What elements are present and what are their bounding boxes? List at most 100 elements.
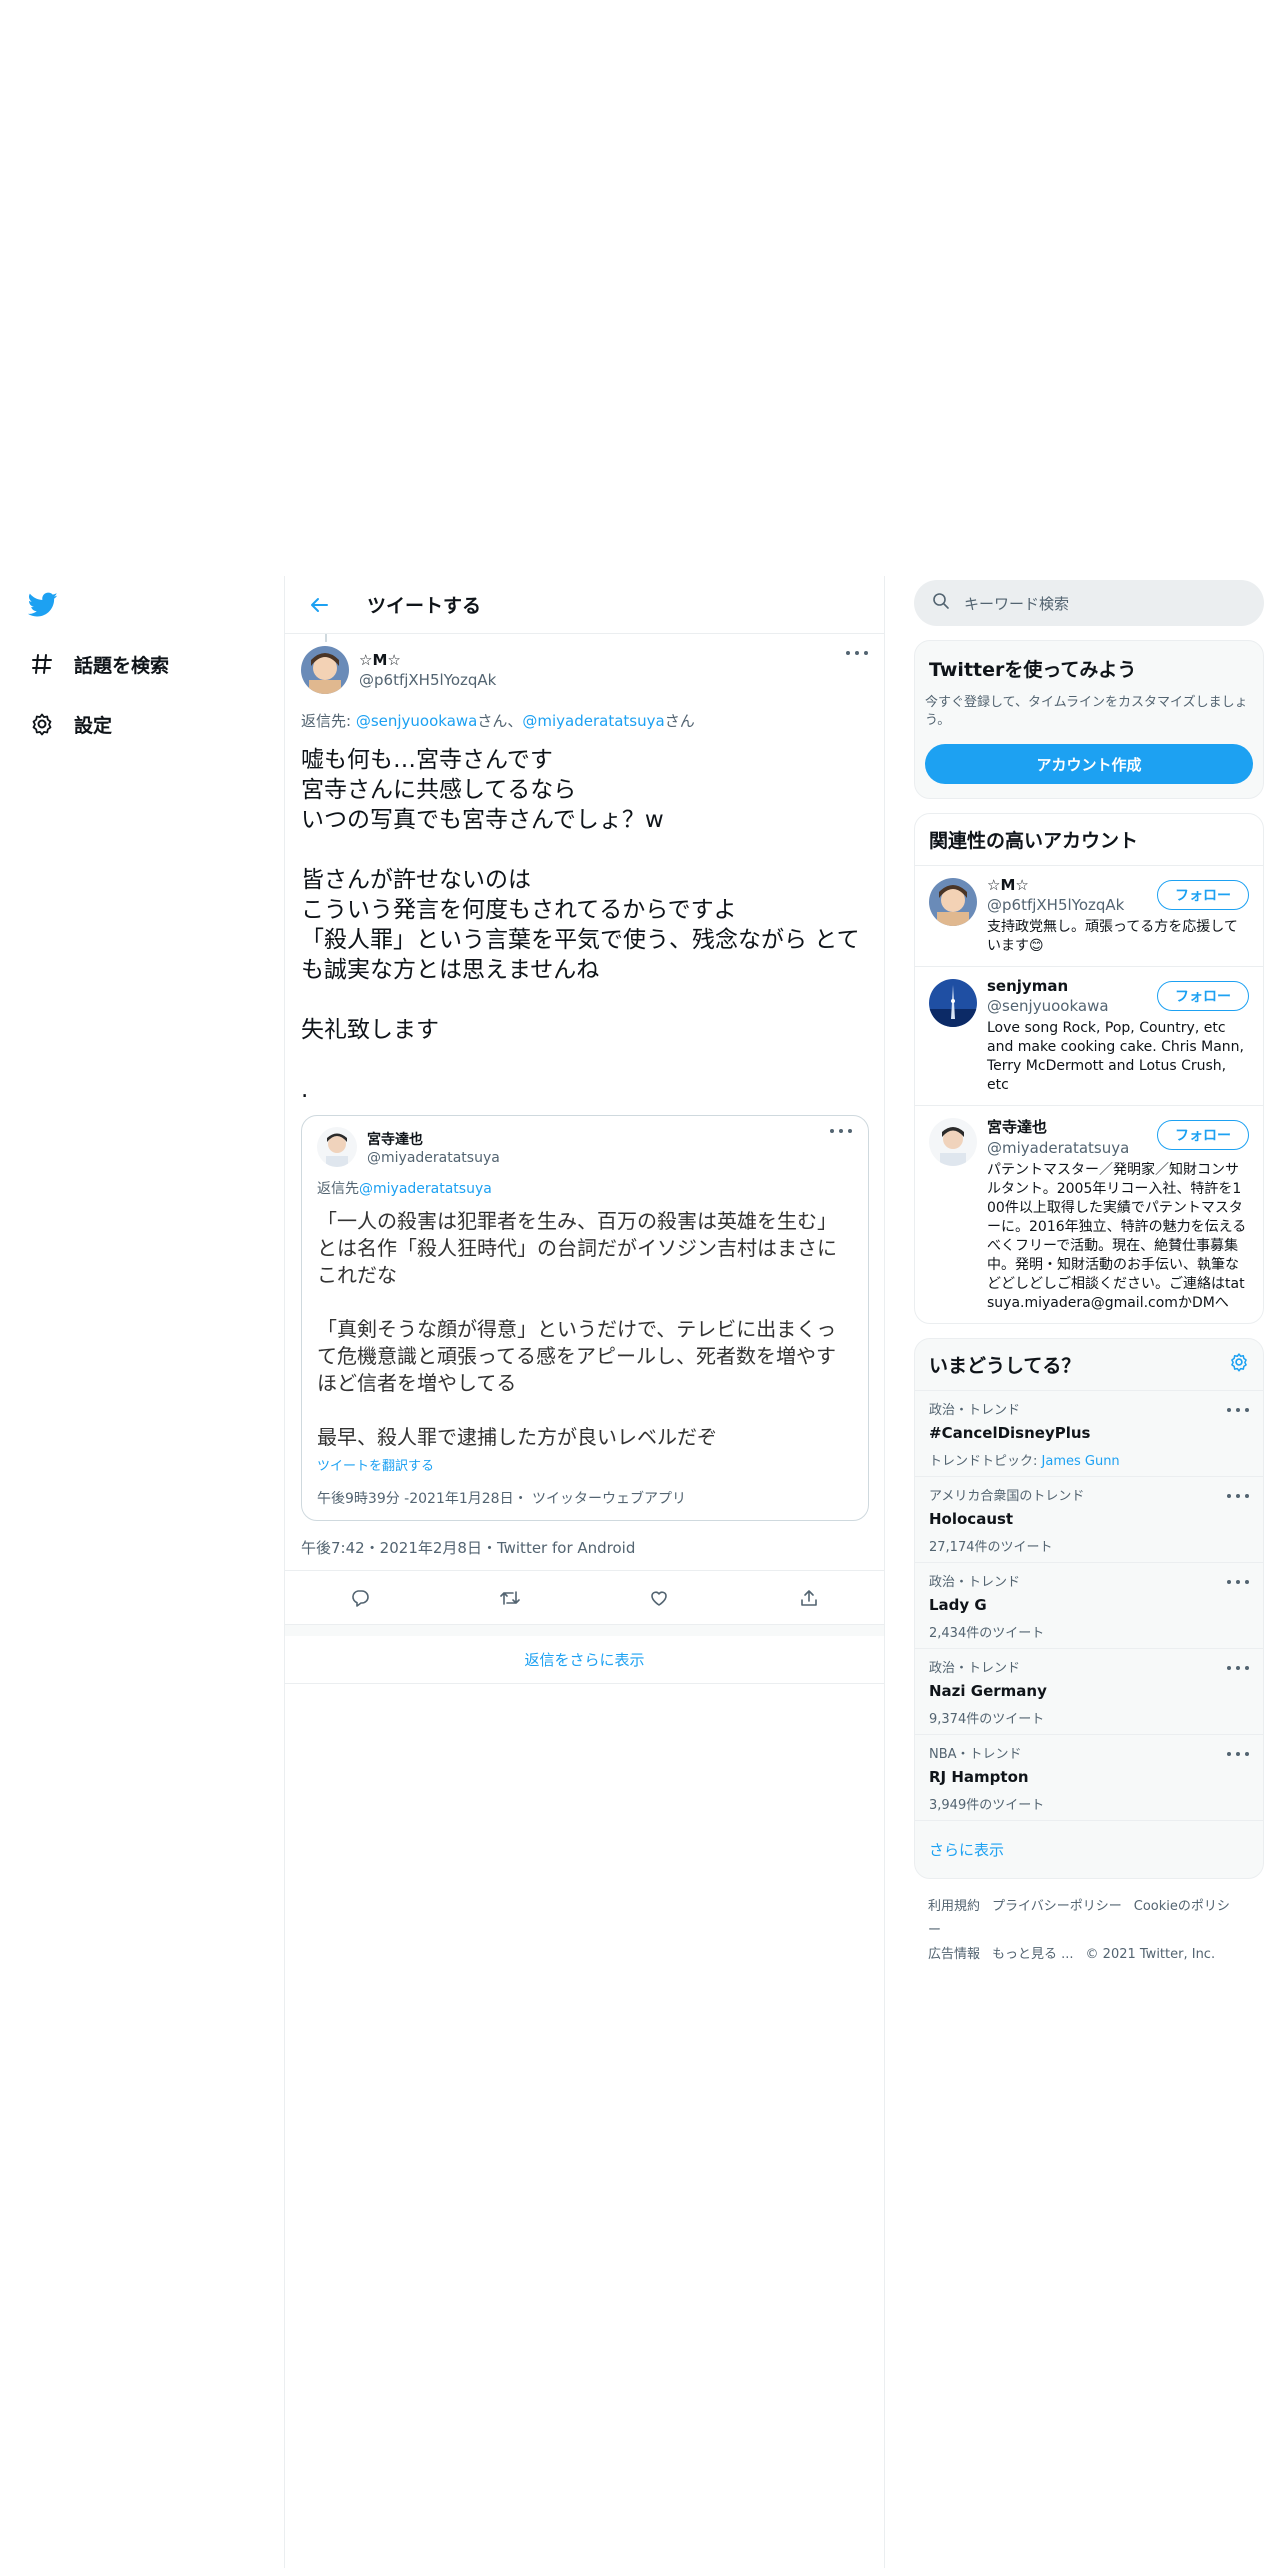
nav-explore-label: 話題を検索 — [74, 654, 170, 677]
like-heart-icon[interactable] — [647, 1586, 671, 1610]
nav-explore[interactable]: 話題を検索 — [28, 644, 169, 684]
gear-icon[interactable] — [1229, 1352, 1249, 1377]
avatar[interactable] — [301, 646, 349, 694]
trend-item[interactable]: アメリカ合衆国のトレンド Holocaust 27,174件のツイート — [915, 1477, 1263, 1563]
more-options-icon[interactable] — [1227, 1661, 1249, 1675]
focused-tweet: ☆M☆ @p6tfjXH5lYozqAk 返信先: @senjyuookawa さ… — [285, 634, 884, 1558]
related-accounts-card: 関連性の高いアカウント ☆M☆ @p6tfjXH5lYozqAk 支持政党無し。… — [914, 813, 1264, 1324]
footer-link[interactable]: 利用規約 — [928, 1899, 980, 1914]
avatar[interactable] — [929, 878, 977, 926]
more-options-icon[interactable] — [1227, 1747, 1249, 1761]
account-bio: Love song Rock, Pop, Country, etc and ma… — [987, 1020, 1245, 1093]
nav-settings[interactable]: 設定 — [28, 704, 112, 744]
thread-line — [325, 634, 327, 642]
quoted-author: 宮寺達也 @miyaderatatsuya — [317, 1116, 853, 1172]
author-handle: @p6tfjXH5lYozqAk — [359, 671, 497, 689]
nav-settings-label: 設定 — [74, 714, 113, 737]
twitter-logo-icon[interactable] — [27, 592, 62, 622]
show-more-trends-link[interactable]: さらに表示 — [915, 1821, 1263, 1878]
hashtag-icon — [28, 650, 56, 678]
footer-link[interactable]: もっと見る ... — [992, 1947, 1074, 1962]
right-sidebar: キーワード検索 Twitterを使ってみよう 今すぐ登録して、タイムラインをカス… — [914, 580, 1264, 1967]
trend-context: 政治・トレンド — [929, 1403, 1021, 1418]
trend-name: Lady G — [929, 1596, 987, 1614]
reply-icon[interactable] — [348, 1586, 372, 1610]
tweet-timestamp[interactable]: 午後7:42・2021年2月8日・Twitter for Android — [301, 1537, 868, 1558]
account-item[interactable]: ☆M☆ @p6tfjXH5lYozqAk 支持政党無し。頑張ってる方を応援してい… — [915, 866, 1263, 967]
trend-context: NBA・トレンド — [929, 1747, 1022, 1762]
follow-button[interactable]: フォロー — [1157, 981, 1249, 1011]
trend-context: 政治・トレンド — [929, 1575, 1021, 1590]
footer-link[interactable]: 広告情報 — [928, 1947, 980, 1962]
copyright: © 2021 Twitter, Inc. — [1085, 1947, 1216, 1962]
account-bio: 支持政党無し。頑張ってる方を応援しています😊 — [987, 919, 1238, 954]
trend-count: 27,174件のツイート — [929, 1540, 1053, 1555]
reply-suffix: さん — [664, 712, 695, 730]
trend-context: アメリカ合衆国のトレンド — [929, 1489, 1085, 1504]
quoted-reply-to: 返信先@miyaderatatsuya — [317, 1178, 853, 1198]
quoted-author-handle: @miyaderatatsuya — [367, 1149, 500, 1166]
reply-user-link[interactable]: @miyaderatatsuya — [522, 712, 664, 730]
trend-item[interactable]: NBA・トレンド RJ Hampton 3,949件のツイート — [915, 1735, 1263, 1821]
reply-user-link[interactable]: @miyaderatatsuya — [359, 1181, 492, 1197]
reply-prefix: 返信先: — [301, 712, 356, 730]
trend-name: RJ Hampton — [929, 1768, 1029, 1786]
avatar[interactable] — [929, 1118, 977, 1166]
tweet-author[interactable]: ☆M☆ @p6tfjXH5lYozqAk — [301, 634, 868, 696]
trend-name: #CancelDisneyPlus — [929, 1424, 1091, 1442]
search-input[interactable]: キーワード検索 — [964, 593, 1069, 614]
quoted-tweet[interactable]: 宮寺達也 @miyaderatatsuya 返信先@miyaderatatsuy… — [301, 1115, 869, 1521]
trend-topic: トレンドトピック: James Gunn — [929, 1450, 1249, 1469]
more-options-icon[interactable] — [830, 1124, 852, 1138]
translate-link[interactable]: ツイートを翻訳する — [317, 1455, 853, 1474]
account-bio: パテントマスター／発明家／知財コンサルタント。2005年リコー入社、特許を100… — [987, 1162, 1247, 1311]
related-title: 関連性の高いアカウント — [915, 814, 1263, 866]
trend-topic-link[interactable]: James Gunn — [1042, 1454, 1120, 1469]
trend-topic-prefix: トレンドトピック: — [929, 1454, 1042, 1469]
trend-item[interactable]: 政治・トレンド #CancelDisneyPlus トレンドトピック: Jame… — [915, 1391, 1263, 1477]
create-account-button[interactable]: アカウント作成 — [925, 744, 1253, 784]
trends-card: いまどうしてる？ 政治・トレンド #CancelDisneyPlus トレンドト… — [914, 1338, 1264, 1879]
follow-button[interactable]: フォロー — [1157, 1120, 1249, 1150]
follow-button[interactable]: フォロー — [1157, 880, 1249, 910]
signup-description: 今すぐ登録して、タイムラインをカスタマイズしましょう。 — [925, 695, 1248, 728]
gear-icon — [28, 710, 56, 738]
trends-title: いまどうしてる？ — [929, 1355, 1081, 1377]
tweet-actions — [285, 1570, 884, 1624]
account-item[interactable]: senjyman @senjyuookawa Love song Rock, P… — [915, 967, 1263, 1106]
trend-item[interactable]: 政治・トレンド Lady G 2,434件のツイート — [915, 1563, 1263, 1649]
main-column: ツイートする ☆M☆ @p6tfjXH5lYozqAk 返信先: @senjyu… — [284, 576, 885, 2568]
trend-name: Nazi Germany — [929, 1682, 1047, 1700]
footer: 利用規約 プライバシーポリシー Cookieのポリシー 広告情報 もっと見る ... ©… — [914, 1879, 1264, 1967]
quoted-timestamp: 午後9時39分 -2021年1月28日・ ツイッターウェブアプリ — [317, 1491, 687, 1507]
more-options-icon[interactable] — [1227, 1403, 1249, 1417]
author-name: ☆M☆ — [359, 651, 401, 669]
signup-title: Twitterを使ってみよう — [929, 659, 1137, 681]
trend-name: Holocaust — [929, 1510, 1014, 1528]
more-options-icon[interactable] — [1227, 1575, 1249, 1589]
section-divider — [285, 1624, 884, 1636]
avatar[interactable] — [929, 979, 977, 1027]
back-arrow-icon[interactable] — [305, 591, 333, 619]
share-icon[interactable] — [797, 1586, 821, 1610]
quoted-tweet-text: 「一人の殺害は犯罪者を生み、百万の殺害は英雄を生む」とは名作「殺人狂時代」の台詞… — [317, 1209, 837, 1449]
trend-count: 3,949件のツイート — [929, 1798, 1045, 1813]
trend-context: 政治・トレンド — [929, 1661, 1021, 1676]
tweet-text: 嘘も何も…宮寺さんです 宮寺さんに共感してるなら いつの写真でも宮寺さんでしょ？… — [301, 747, 860, 1103]
trend-count: 2,434件のツイート — [929, 1626, 1045, 1641]
avatar — [317, 1127, 357, 1167]
reply-user-link[interactable]: @senjyuookawa — [356, 712, 478, 730]
more-options-icon[interactable] — [1227, 1489, 1249, 1503]
search-icon — [932, 592, 950, 614]
trends-header: いまどうしてる？ — [915, 1339, 1263, 1391]
search-bar[interactable]: キーワード検索 — [914, 580, 1264, 626]
retweet-icon[interactable] — [498, 1586, 522, 1610]
more-options-icon[interactable] — [846, 646, 868, 660]
trend-item[interactable]: 政治・トレンド Nazi Germany 9,374件のツイート — [915, 1649, 1263, 1735]
account-item[interactable]: 宮寺達也 @miyaderatatsuya パテントマスター／発明家／知財コンサ… — [915, 1106, 1263, 1323]
reply-to-line: 返信先: @senjyuookawaさん、@miyaderatatsuyaさん — [301, 710, 868, 731]
show-more-replies-button[interactable]: 返信をさらに表示 — [285, 1636, 884, 1684]
footer-link[interactable]: プライバシーポリシー — [992, 1899, 1122, 1914]
page-title: ツイートする — [367, 595, 482, 617]
signup-card: Twitterを使ってみよう 今すぐ登録して、タイムラインをカスタマイズしましょ… — [914, 640, 1264, 799]
